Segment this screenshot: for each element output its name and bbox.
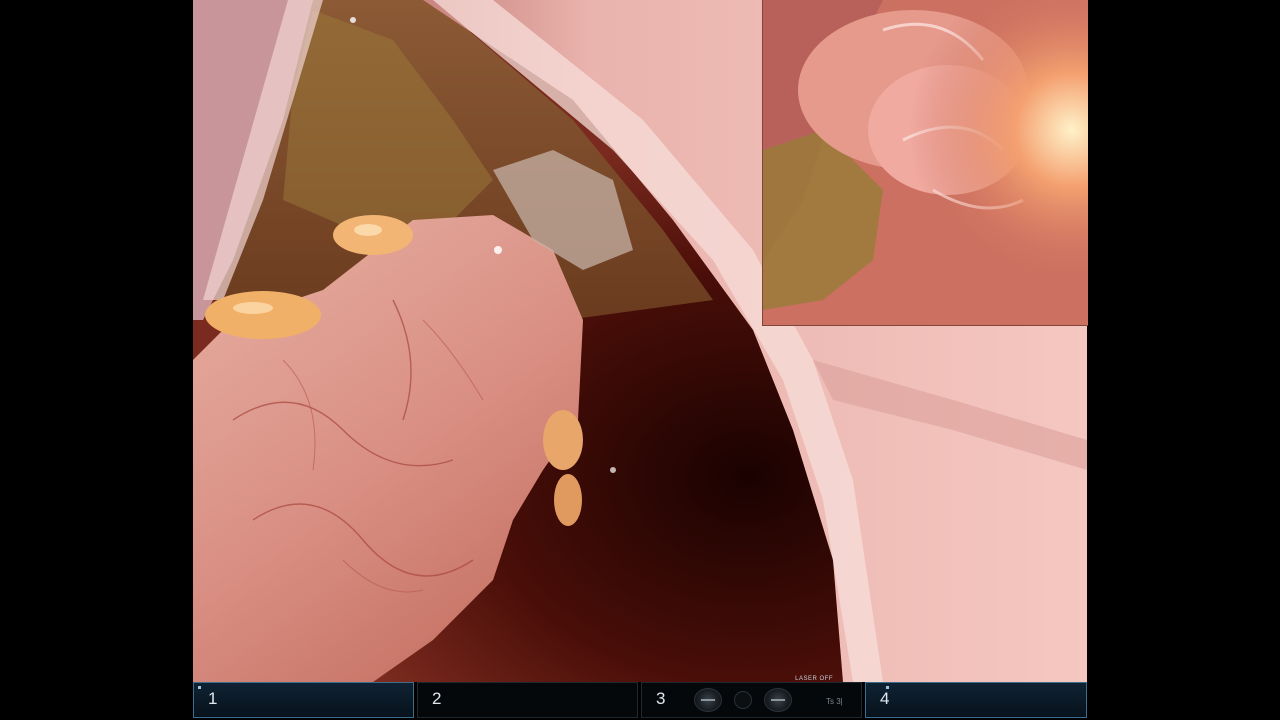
arm-number: 3 (656, 689, 666, 708)
pip-scene (763, 0, 1088, 325)
arm-number: 2 (432, 689, 442, 708)
arm-slot-2[interactable]: 2 (417, 682, 638, 718)
pedal-icon (734, 691, 752, 709)
fat-globule (205, 291, 321, 339)
pip-endoscope-view (762, 0, 1088, 326)
arm-slot-4[interactable]: 4 (865, 682, 1087, 718)
camera-icon (764, 688, 792, 712)
camera-icon (694, 688, 722, 712)
arm-slot-1[interactable]: 1 (193, 682, 414, 718)
arm-slot-3[interactable]: 3 LASER OFF Ts 3| (641, 676, 862, 718)
fat-globule (554, 474, 582, 526)
fat-globule (543, 410, 583, 470)
arm-number: 1 (208, 689, 218, 708)
tool-tag: Ts 3| (826, 697, 843, 706)
laser-status: LASER OFF (795, 676, 833, 682)
status-bar: 1 2 3 LASER OFF Ts 3| 4 (193, 676, 1087, 720)
arm-number: 4 (880, 689, 890, 708)
arm-indicator-icon (198, 686, 201, 689)
